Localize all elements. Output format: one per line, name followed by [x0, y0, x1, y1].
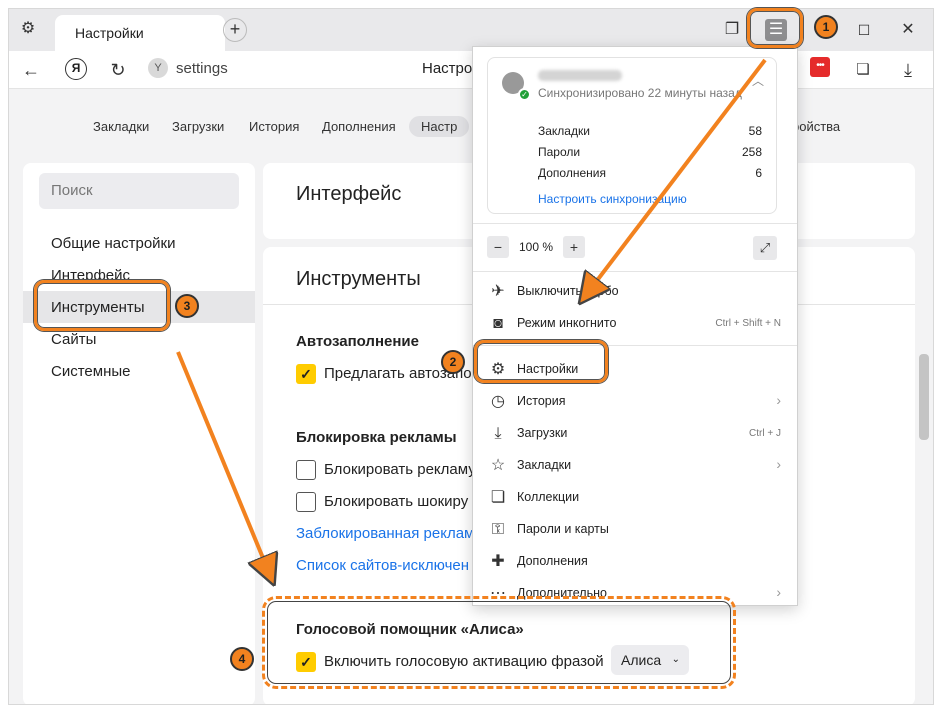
site-icon: Y	[148, 58, 168, 78]
menu-item-collections[interactable]: ❏ Коллекции	[473, 483, 797, 513]
adblock-checkbox-2[interactable]	[296, 492, 316, 512]
collections-icon: ❏	[490, 489, 506, 506]
chevron-up-icon[interactable]: ︿	[752, 72, 764, 89]
stat-passwords-label: Пароли	[538, 145, 581, 159]
annotation-badge-2: 2	[441, 350, 465, 374]
turbo-off-icon: ✈	[491, 283, 505, 300]
chevron-right-icon: ›	[776, 456, 781, 472]
menu-divider-2	[473, 271, 797, 272]
sync-ok-icon: ✓	[518, 88, 531, 101]
page-title: Настро	[422, 60, 473, 77]
sidebar-item-system[interactable]: Системные	[51, 363, 130, 380]
menu-item-bookmarks[interactable]: ☆ Закладки ›	[473, 451, 797, 481]
blocked-ads-link[interactable]: Заблокированная реклам	[296, 525, 474, 542]
stat-extensions-label: Дополнения	[538, 166, 606, 180]
fullscreen-icon[interactable]: ⤢	[753, 236, 777, 260]
key-icon: ⚿	[491, 521, 505, 538]
menu-item-shortcut: Ctrl + J	[749, 428, 781, 439]
tab-settings[interactable]: Настройки	[55, 15, 225, 51]
nav-devices[interactable]: ройства	[792, 119, 840, 134]
nav-settings[interactable]: Настр	[409, 116, 470, 137]
annotation-badge-1: 1	[814, 15, 838, 39]
stat-bookmarks-value: 58	[748, 124, 762, 138]
adblock-checkbox-1[interactable]	[296, 460, 316, 480]
nav-downloads[interactable]: Загрузки	[172, 119, 224, 134]
menu-item-label: Загрузки	[517, 426, 568, 440]
refresh-icon[interactable]: ↻	[107, 59, 129, 81]
menu-item-downloads[interactable]: ⤓ Загрузки Ctrl + J	[473, 419, 797, 449]
sync-settings-link[interactable]: Настроить синхронизацию	[538, 192, 687, 206]
menu-item-label: Закладки	[517, 458, 572, 472]
extension-icon[interactable]: •••	[810, 57, 830, 77]
yandex-logo[interactable]: Я	[65, 58, 87, 80]
adblock-label-2: Блокировать шокиру	[324, 493, 469, 510]
menu-divider-1	[473, 223, 797, 224]
sync-status: Синхронизировано 22 минуты назад	[538, 86, 742, 100]
menu-item-label: Режим инкогнито	[517, 316, 617, 330]
search-input[interactable]: Поиск	[39, 173, 239, 209]
menu-item-label: Выключить турбо	[517, 284, 619, 298]
collections-toolbar-icon[interactable]: ❏	[852, 59, 874, 81]
stat-passwords-value: 258	[741, 145, 762, 159]
scrollbar-thumb[interactable]	[919, 354, 929, 440]
bookmark-panel-icon[interactable]: ❐	[721, 19, 743, 41]
maximize-button[interactable]: ☐	[853, 19, 875, 41]
incognito-icon: ◙	[493, 315, 503, 332]
puzzle-icon: ✚	[491, 553, 505, 570]
new-tab-button[interactable]: +	[223, 18, 247, 42]
autofill-checkbox[interactable]: ✓	[296, 364, 316, 384]
star-icon: ☆	[490, 457, 506, 474]
nav-extensions[interactable]: Дополнения	[322, 119, 396, 134]
zoom-out-button[interactable]: −	[487, 236, 509, 258]
stat-extensions-value: 6	[755, 166, 762, 180]
chevron-right-icon: ›	[776, 392, 781, 408]
tools-title: Инструменты	[296, 268, 421, 290]
tab-title: Настройки	[75, 25, 144, 41]
highlight-menu-button	[747, 8, 803, 48]
zoom-value: 100 %	[519, 240, 554, 254]
close-button[interactable]: ✕	[897, 19, 919, 41]
settings-gear-icon: ⚙	[20, 20, 36, 37]
download-toolbar-icon[interactable]: ⤓	[897, 59, 919, 81]
zoom-in-button[interactable]: +	[563, 236, 585, 258]
sidebar-item-general[interactable]: Общие настройки	[51, 235, 176, 252]
nav-bookmarks[interactable]: Закладки	[93, 119, 149, 134]
sidebar-item-sites[interactable]: Сайты	[51, 331, 96, 348]
menu-item-label: Пароли и карты	[517, 522, 609, 536]
stat-bookmarks-label: Закладки	[538, 124, 590, 138]
annotation-badge-3: 3	[175, 294, 199, 318]
download-icon: ⤓	[494, 425, 502, 442]
menu-item-history[interactable]: ◷ История ›	[473, 387, 797, 417]
menu-item-extensions[interactable]: ✚ Дополнения	[473, 547, 797, 577]
nav-history[interactable]: История	[249, 119, 299, 134]
highlight-alice-section	[262, 596, 736, 689]
menu-item-label: Дополнения	[517, 554, 588, 568]
url-text[interactable]: settings	[176, 60, 228, 77]
browser-menu: ✓ Синхронизировано 22 минуты назад ︿ Зак…	[472, 46, 798, 606]
highlight-tools-item	[34, 280, 170, 331]
menu-item-turbo[interactable]: ✈ Выключить турбо	[473, 277, 797, 307]
menu-item-passwords[interactable]: ⚿ Пароли и карты	[473, 515, 797, 545]
adblock-title: Блокировка рекламы	[296, 429, 457, 446]
adblock-label-1: Блокировать рекламу	[324, 461, 476, 478]
interface-title: Интерфейс	[296, 183, 402, 205]
menu-item-label: Коллекции	[517, 490, 580, 504]
highlight-settings-item	[474, 340, 608, 383]
account-name-blurred	[538, 70, 622, 81]
chevron-right-icon: ›	[776, 584, 781, 600]
settings-sidebar: Поиск Общие настройки Интерфейс Инструме…	[23, 163, 255, 704]
exceptions-link[interactable]: Список сайтов-исключен	[296, 557, 469, 574]
annotation-badge-4: 4	[230, 647, 254, 671]
history-icon: ◷	[491, 393, 505, 410]
menu-item-label: История	[517, 394, 566, 408]
menu-item-shortcut: Ctrl + Shift + N	[715, 318, 781, 329]
autofill-title: Автозаполнение	[296, 333, 419, 350]
account-panel: ✓ Синхронизировано 22 минуты назад ︿ Зак…	[487, 57, 777, 214]
back-icon[interactable]: ←	[20, 59, 42, 81]
menu-item-incognito[interactable]: ◙ Режим инкогнито Ctrl + Shift + N	[473, 309, 797, 339]
